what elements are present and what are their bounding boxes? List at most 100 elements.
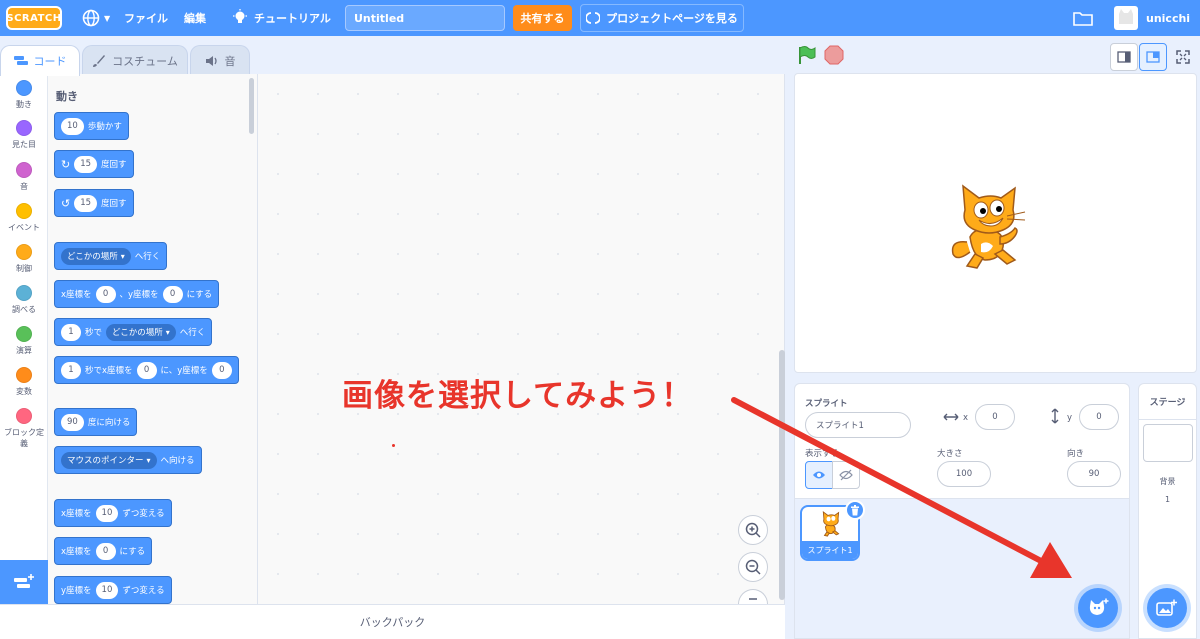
fullscreen-button[interactable]: [1169, 43, 1197, 71]
block-input[interactable]: 1: [61, 323, 81, 341]
tab-sounds-label: 音: [224, 54, 236, 68]
block-change-x[interactable]: x座標を 10 ずつ変える: [54, 499, 172, 527]
zoom-in-button[interactable]: [738, 515, 768, 545]
small-stage-button[interactable]: [1110, 43, 1138, 71]
category-sound[interactable]: 音: [0, 162, 48, 192]
size-label: 大きさ: [937, 449, 963, 459]
block-input[interactable]: 0: [162, 285, 183, 303]
large-stage-icon: [1146, 51, 1160, 63]
block-point-in-direction[interactable]: 90 度に向ける: [54, 408, 138, 436]
y-input[interactable]: 0: [1079, 404, 1119, 430]
category-events[interactable]: イベント: [0, 203, 48, 233]
block-input[interactable]: 0: [211, 361, 232, 379]
size-input[interactable]: 100: [937, 461, 991, 487]
tab-code-label: コード: [33, 55, 67, 68]
language-menu[interactable]: ▼: [82, 0, 110, 36]
category-dot: [16, 326, 32, 342]
block-glide-to[interactable]: 1 秒で どこかの場所 へ行く: [54, 318, 213, 346]
backdrops-label: 背景: [1159, 477, 1176, 486]
zoom-out-icon: [745, 559, 761, 575]
project-title-input[interactable]: Untitled: [345, 5, 505, 31]
large-stage-button[interactable]: [1139, 43, 1167, 71]
category-my-blocks[interactable]: ブロック定義: [0, 408, 48, 449]
show-sprite-button[interactable]: [805, 461, 833, 489]
annotation-text: 画像を選択してみよう！: [342, 378, 694, 414]
direction-input[interactable]: 90: [1067, 461, 1121, 487]
annotation-dot: [392, 444, 395, 447]
choose-sprite-button[interactable]: [1078, 588, 1118, 628]
tab-code[interactable]: コード: [0, 45, 80, 76]
category-sensing[interactable]: 調べる: [0, 285, 48, 315]
category-dot: [16, 408, 32, 424]
code-workspace[interactable]: [258, 74, 785, 604]
block-input[interactable]: 15: [74, 155, 98, 173]
palette-scrollbar[interactable]: [249, 78, 254, 134]
block-point-towards[interactable]: マウスのポインター へ向ける: [54, 446, 202, 474]
block-input[interactable]: 10: [61, 117, 84, 135]
username[interactable]: unicchi: [1146, 0, 1190, 36]
sprite-tile-name: スプライト1: [802, 541, 858, 559]
block-input[interactable]: 1: [61, 361, 81, 379]
file-menu[interactable]: ファイル: [124, 0, 168, 36]
speaker-icon: [205, 55, 217, 66]
block-input[interactable]: 10: [95, 504, 119, 522]
tab-costumes-label: コスチューム: [112, 54, 178, 68]
category-label: ブロック定義: [4, 428, 44, 448]
stage-canvas[interactable]: [794, 73, 1197, 373]
block-input[interactable]: 0: [95, 542, 116, 560]
stage-panel-title: ステージ: [1139, 384, 1196, 420]
block-set-x[interactable]: x座標を 0 にする: [54, 537, 153, 565]
see-project-page-button[interactable]: プロジェクトページを見る: [580, 4, 744, 32]
avatar[interactable]: [1114, 6, 1138, 30]
tab-costumes[interactable]: コスチューム: [82, 45, 188, 75]
category-label: 演算: [16, 346, 32, 355]
green-flag-button[interactable]: [797, 45, 817, 69]
category-operators[interactable]: 演算: [0, 326, 48, 356]
my-stuff-button[interactable]: [1073, 0, 1093, 36]
block-input[interactable]: 0: [95, 285, 116, 303]
block-input[interactable]: 15: [74, 194, 98, 212]
block-input[interactable]: 10: [95, 581, 119, 599]
cat-sprite-icon: [951, 184, 1026, 269]
block-input[interactable]: 90: [61, 413, 84, 431]
block-turn-left[interactable]: ↺ 15 度回す: [54, 189, 134, 217]
block-change-y[interactable]: y座標を 10 ずつ変える: [54, 576, 172, 604]
block-move-steps[interactable]: 10 歩動かす: [54, 112, 129, 140]
choose-backdrop-button[interactable]: [1147, 588, 1187, 628]
green-flag-icon: [799, 46, 816, 64]
sprite-name-input[interactable]: スプライト1: [805, 412, 911, 438]
block-glide-to-xy[interactable]: 1 秒でx座標を 0 に、y座標を 0: [54, 356, 239, 384]
trash-icon: [851, 504, 859, 515]
block-go-to-xy[interactable]: x座標を 0 、y座標を 0 にする: [54, 280, 220, 308]
tab-sounds[interactable]: 音: [190, 45, 250, 75]
share-button[interactable]: 共有する: [513, 5, 572, 31]
hide-sprite-button[interactable]: [832, 461, 860, 489]
stage-thumbnail[interactable]: [1143, 424, 1193, 462]
workspace-scrollbar[interactable]: [779, 350, 785, 600]
category-control[interactable]: 制御: [0, 244, 48, 274]
stop-button[interactable]: [824, 45, 844, 69]
x-input[interactable]: 0: [975, 404, 1015, 430]
add-extension-button[interactable]: [0, 560, 48, 604]
block-text: にする: [119, 547, 146, 557]
block-go-to[interactable]: どこかの場所 へ行く: [54, 242, 168, 270]
menu-bar: SCRATCH ▼ ファイル 編集 チュートリアル Untitled 共有する …: [0, 0, 1200, 36]
scratch-logo[interactable]: SCRATCH: [6, 6, 62, 30]
backpack[interactable]: バックパック: [0, 604, 785, 639]
zoom-out-button[interactable]: [738, 552, 768, 582]
block-dropdown[interactable]: マウスのポインター: [61, 451, 157, 469]
block-dropdown[interactable]: どこかの場所: [106, 323, 176, 341]
block-turn-right[interactable]: ↻ 15 度回す: [54, 150, 134, 178]
tutorials-button[interactable]: チュートリアル: [232, 0, 331, 36]
block-text: へ行く: [179, 328, 206, 338]
block-text: x座標を: [61, 290, 92, 300]
category-looks[interactable]: 見た目: [0, 120, 48, 150]
category-variables[interactable]: 変数: [0, 367, 48, 397]
block-dropdown[interactable]: どこかの場所: [61, 247, 131, 265]
category-motion[interactable]: 動き: [0, 80, 48, 110]
block-input[interactable]: 0: [136, 361, 157, 379]
edit-menu[interactable]: 編集: [184, 0, 206, 36]
add-sprite-icon: [1089, 598, 1109, 615]
delete-sprite-button[interactable]: [845, 500, 865, 520]
block-text: 秒で: [85, 328, 103, 338]
